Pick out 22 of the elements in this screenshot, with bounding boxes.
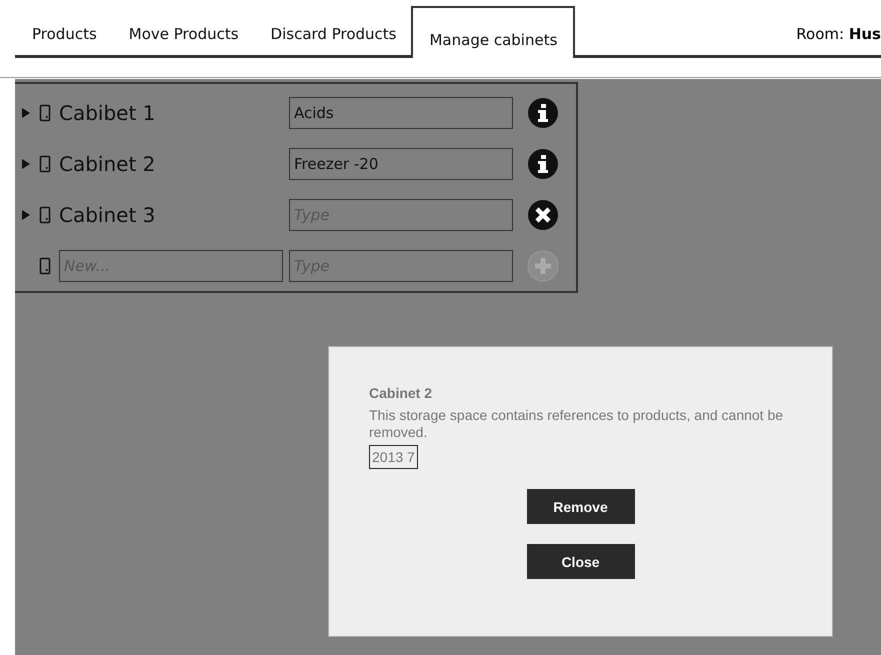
reference-tag: 2013 7 bbox=[369, 445, 418, 469]
cabinet-icon bbox=[39, 104, 51, 122]
dialog-button[interactable]: Close bbox=[526, 544, 634, 579]
cabinet-icon bbox=[39, 155, 51, 174]
info-icon[interactable] bbox=[527, 97, 559, 130]
tab[interactable]: Manage cabinets bbox=[411, 6, 576, 58]
dialog-button[interactable]: Remove bbox=[526, 489, 634, 524]
type-field[interactable]: Acids bbox=[289, 97, 513, 130]
tab[interactable]: Move Products bbox=[112, 25, 254, 55]
cabinet-icon bbox=[39, 256, 51, 275]
tab[interactable]: Discard Products bbox=[254, 25, 412, 55]
dialog-message: This storage space contains references to products, and cannot be removed. bbox=[369, 407, 784, 441]
cabinet-name[interactable]: Cabinet 2 bbox=[59, 152, 289, 176]
type-field[interactable]: Freezer -20 bbox=[289, 148, 513, 180]
cabinet-icon bbox=[39, 206, 51, 224]
room-label: Room: Hus bbox=[795, 25, 881, 45]
dialog-title: Cabinet 2 bbox=[369, 385, 434, 401]
info-icon[interactable] bbox=[527, 148, 559, 180]
tab[interactable]: Products bbox=[15, 25, 112, 55]
remove-icon[interactable] bbox=[527, 198, 559, 231]
cabinet-name[interactable]: Cabinet 3 bbox=[59, 202, 289, 227]
cabinet-name[interactable]: Cabibet 1 bbox=[59, 101, 289, 126]
